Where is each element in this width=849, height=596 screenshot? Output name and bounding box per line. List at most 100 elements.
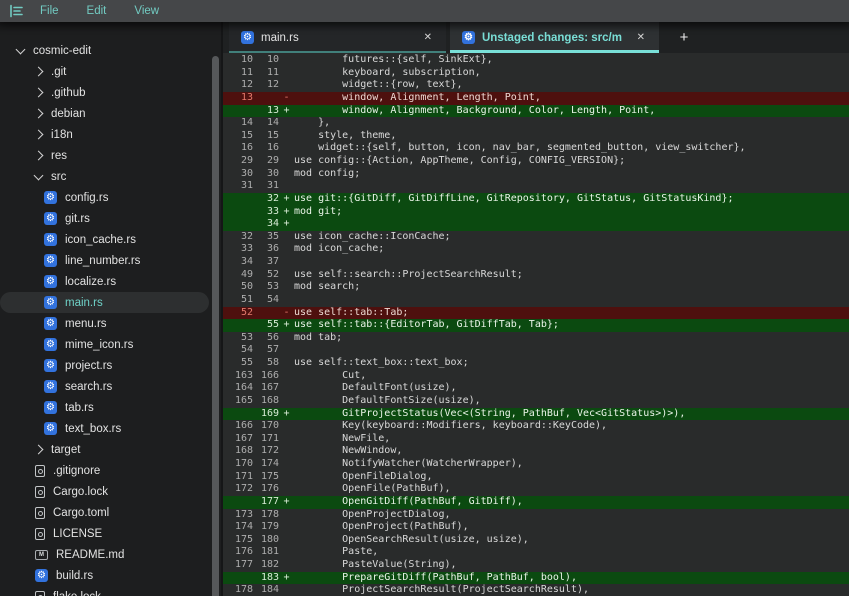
sidebar-item-search-rs[interactable]: search.rs (0, 376, 221, 397)
old-line-number: 31 (223, 180, 253, 193)
sidebar-item-debian[interactable]: debian (0, 103, 221, 124)
sidebar-item-flake-lock[interactable]: flake.lock (0, 586, 221, 596)
old-line-number: 13 (223, 92, 253, 105)
diff-view[interactable]: 1010 futures::{self, SinkExt},1111 keybo… (223, 53, 849, 596)
sidebar-item-cargo-toml[interactable]: Cargo.toml (0, 502, 221, 523)
new-line-number: 35 (253, 231, 279, 244)
diff-row: 175180 OpenSearchResult(usize, usize), (223, 534, 849, 547)
chevron-right-icon[interactable] (34, 67, 44, 77)
new-line-number: 53 (253, 281, 279, 294)
code-text: widget::{self, button, icon, nav_bar, se… (294, 142, 849, 155)
old-line-number: 165 (223, 395, 253, 408)
diff-sign (279, 155, 294, 168)
diff-row: 173178 OpenProjectDialog, (223, 509, 849, 522)
tree-item-label: Cargo.lock (53, 486, 108, 498)
diff-sign (279, 54, 294, 67)
tree-item-label: icon_cache.rs (65, 234, 136, 246)
new-line-number: 182 (253, 559, 279, 572)
old-line-number (223, 572, 253, 585)
sidebar-scrollbar[interactable] (212, 56, 219, 596)
sidebar-item-git[interactable]: .git (0, 61, 221, 82)
sidebar-item-mime-icon-rs[interactable]: mime_icon.rs (0, 334, 221, 355)
sidebar-item-github[interactable]: .github (0, 82, 221, 103)
diff-sign: + (279, 408, 294, 421)
sidebar-item-readme-md[interactable]: README.md (0, 544, 221, 565)
old-line-number: 171 (223, 471, 253, 484)
chevron-down-icon[interactable] (16, 45, 26, 55)
tree-item-label: project.rs (65, 360, 112, 372)
sidebar-item-localize-rs[interactable]: localize.rs (0, 271, 221, 292)
chevron-down-icon[interactable] (34, 171, 44, 181)
sidebar-item-build-rs[interactable]: build.rs (0, 565, 221, 586)
rust-file-icon (241, 31, 254, 44)
new-line-number: 13 (253, 105, 279, 118)
code-text: NotifyWatcher(WatcherWrapper), (294, 458, 849, 471)
sidebar-item-icon-cache-rs[interactable]: icon_cache.rs (0, 229, 221, 250)
tab-unstaged-changes-src-main-rs[interactable]: Unstaged changes: src/main.rs✕ (450, 22, 659, 53)
sidebar-item-license[interactable]: LICENSE (0, 523, 221, 544)
rust-file-icon (44, 359, 57, 372)
diff-row: 1515 style, theme, (223, 130, 849, 143)
sidebar-item-src[interactable]: src (0, 166, 221, 187)
sidebar-item-main-rs[interactable]: main.rs (0, 292, 209, 313)
tree-item-label: main.rs (65, 297, 103, 309)
menu-edit[interactable]: Edit (75, 2, 119, 20)
diff-row-added: 177+ OpenGitDiff(PathBuf, GitDiff), (223, 496, 849, 509)
new-line-number: 179 (253, 521, 279, 534)
chevron-right-icon[interactable] (34, 109, 44, 119)
sidebar-item-target[interactable]: target (0, 439, 221, 460)
sidebar-item-git-rs[interactable]: git.rs (0, 208, 221, 229)
old-line-number (223, 218, 253, 231)
tab-main-rs[interactable]: main.rs✕ (229, 22, 446, 53)
sidebar-item-text-box-rs[interactable]: text_box.rs (0, 418, 221, 439)
chevron-right-icon[interactable] (34, 130, 44, 140)
code-text: OpenFileDialog, (294, 471, 849, 484)
sidebar-item-gitignore[interactable]: .gitignore (0, 460, 221, 481)
tree-item-label: cosmic-edit (33, 45, 91, 57)
menu-view[interactable]: View (122, 2, 171, 20)
diff-row-added: 55+use self::tab::{EditorTab, GitDiffTab… (223, 319, 849, 332)
diff-row: 171175 OpenFileDialog, (223, 471, 849, 484)
sidebar-item-line-number-rs[interactable]: line_number.rs (0, 250, 221, 271)
diff-row: 1212 widget::{row, text}, (223, 79, 849, 92)
new-line-number: 176 (253, 483, 279, 496)
sidebar-item-res[interactable]: res (0, 145, 221, 166)
chevron-right-icon[interactable] (34, 88, 44, 98)
tree-item-label: text_box.rs (65, 423, 121, 435)
code-text: ProjectSearchResult(ProjectSearchResult)… (294, 584, 849, 596)
diff-row-added: 183+ PrepareGitDiff(PathBuf, PathBuf, bo… (223, 572, 849, 585)
new-tab-button[interactable]: + (671, 22, 697, 53)
old-line-number: 50 (223, 281, 253, 294)
sidebar-item-tab-rs[interactable]: tab.rs (0, 397, 221, 418)
diff-row: 163166 Cut, (223, 370, 849, 383)
sidebar-item-i18n[interactable]: i18n (0, 124, 221, 145)
sidebar-item-project-rs[interactable]: project.rs (0, 355, 221, 376)
sidebar-item-config-rs[interactable]: config.rs (0, 187, 221, 208)
chevron-right-icon[interactable] (34, 151, 44, 161)
old-line-number (223, 319, 253, 332)
new-line-number: 33 (253, 206, 279, 219)
chevron-right-icon[interactable] (34, 445, 44, 455)
old-line-number: 55 (223, 357, 253, 370)
rust-file-icon (44, 191, 57, 204)
rust-file-icon (462, 31, 475, 44)
sidebar-item-menu-rs[interactable]: menu.rs (0, 313, 221, 334)
diff-row: 165168 DefaultFontSize(usize), (223, 395, 849, 408)
new-line-number: 52 (253, 269, 279, 282)
sidebar-item-cargo-lock[interactable]: Cargo.lock (0, 481, 221, 502)
diff-sign (279, 559, 294, 572)
diff-row: 3336mod icon_cache; (223, 243, 849, 256)
new-line-number: 174 (253, 458, 279, 471)
old-line-number: 176 (223, 546, 253, 559)
code-text: keyboard, subscription, (294, 67, 849, 80)
close-icon[interactable]: ✕ (635, 30, 647, 45)
code-text: OpenProject(PathBuf), (294, 521, 849, 534)
new-line-number: 167 (253, 382, 279, 395)
sidebar-item-cosmic-edit[interactable]: cosmic-edit (0, 40, 221, 61)
file-icon (35, 591, 45, 596)
code-text: GitProjectStatus(Vec<(String, PathBuf, V… (294, 408, 849, 421)
close-icon[interactable]: ✕ (422, 30, 434, 45)
code-text: OpenGitDiff(PathBuf, GitDiff), (294, 496, 849, 509)
menu-file[interactable]: File (28, 2, 71, 20)
code-text (294, 344, 849, 357)
